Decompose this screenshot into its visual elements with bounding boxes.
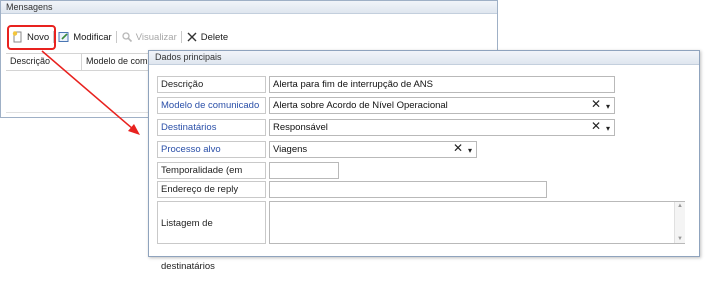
modelo-comunicado-select[interactable]: Alerta sobre Acordo de Nível Operacional	[269, 97, 615, 114]
main-data-panel-title: Dados principais	[149, 51, 699, 65]
clear-modelo-icon[interactable]: ✕	[591, 97, 601, 112]
scroll-up-icon[interactable]: ▲	[675, 202, 685, 210]
temporalidade-input[interactable]	[269, 162, 339, 179]
clear-processo-icon[interactable]: ✕	[453, 141, 463, 156]
textarea-scrollbar[interactable]: ▲ ▼	[674, 202, 685, 243]
scroll-down-icon[interactable]: ▼	[675, 235, 685, 243]
dropdown-modelo-icon[interactable]: ▾	[606, 99, 610, 114]
dropdown-destinatarios-icon[interactable]: ▾	[606, 121, 610, 136]
dropdown-processo-icon[interactable]: ▾	[468, 143, 472, 158]
label-temporalidade: Temporalidade (em dias)	[157, 162, 266, 191]
label-destinatarios[interactable]: Destinatários	[157, 119, 266, 136]
destinatarios-select[interactable]: Responsável	[269, 119, 615, 136]
label-endereco-reply: Endereço de reply	[157, 181, 266, 198]
label-listagem-destinatarios: Listagem de destinatários	[157, 201, 266, 272]
endereco-reply-input[interactable]	[269, 181, 547, 198]
label-modelo-comunicado[interactable]: Modelo de comunicado	[157, 97, 266, 114]
clear-destinatarios-icon[interactable]: ✕	[591, 119, 601, 134]
descricao-input[interactable]: Alerta para fim de interrupção de ANS	[269, 76, 615, 93]
label-processo-alvo[interactable]: Processo alvo	[157, 141, 266, 158]
label-descricao: Descrição	[157, 76, 266, 93]
listagem-destinatarios-textarea[interactable]	[269, 201, 685, 244]
processo-alvo-select[interactable]: Viagens	[269, 141, 477, 158]
